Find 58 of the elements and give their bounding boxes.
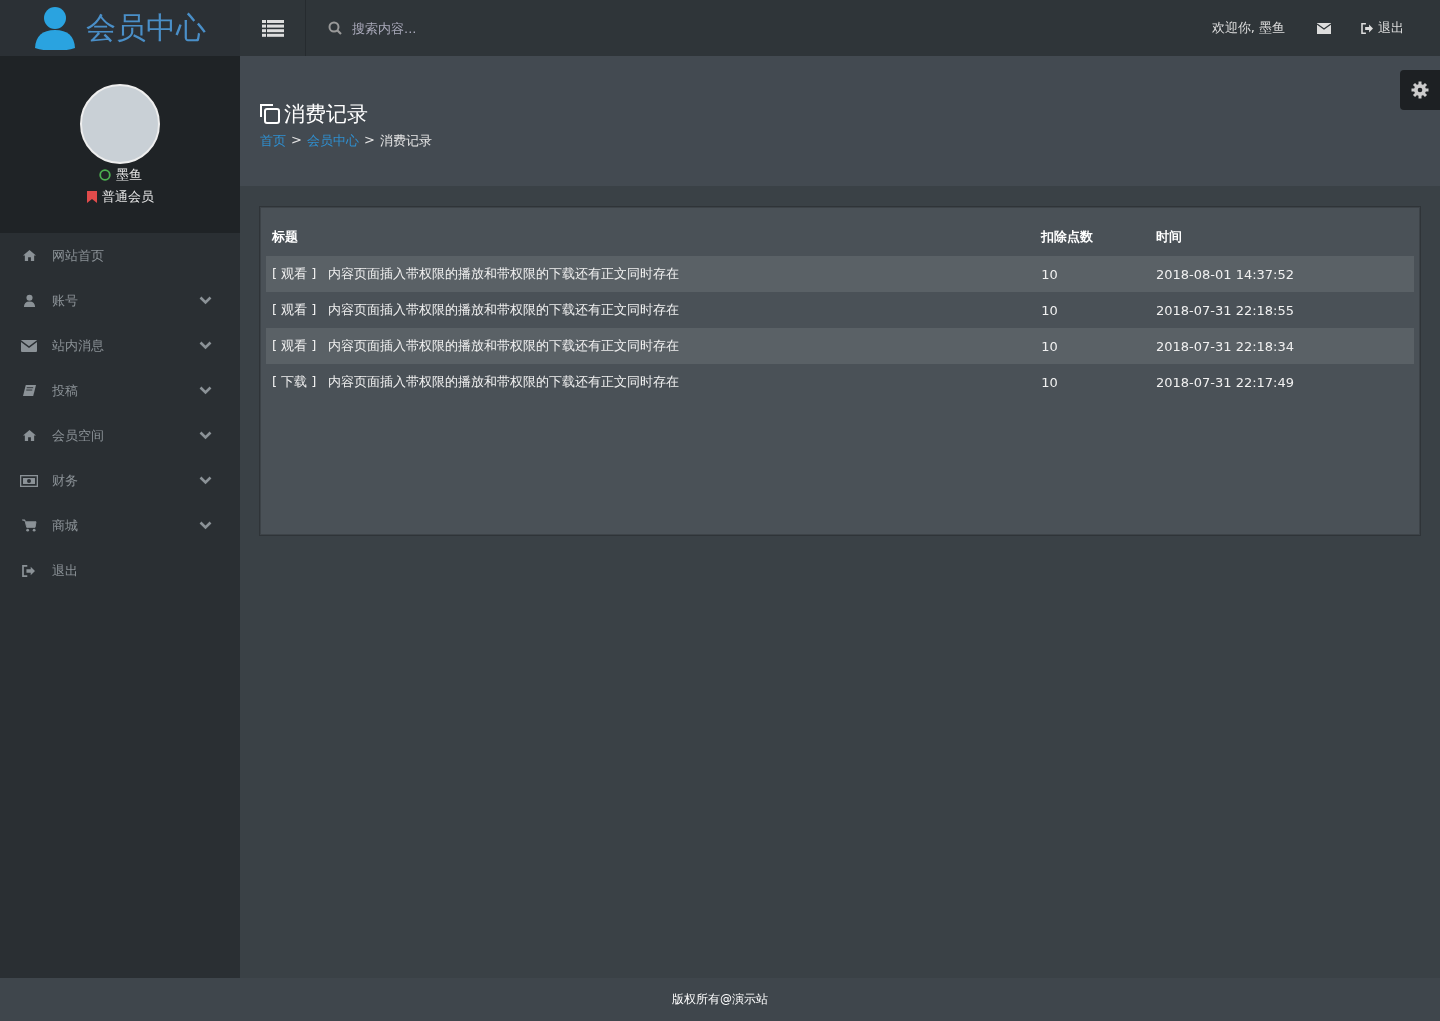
house-icon [21,249,37,262]
online-status-icon [98,169,111,181]
user-name: 墨鱼 [115,166,142,184]
record-type: [ 观看 ] [272,266,317,281]
house-icon [21,429,37,442]
breadcrumb-separator: > [363,132,375,149]
sign-out-icon [22,564,36,577]
bookmark-icon [86,191,97,203]
breadcrumb-separator: > [291,132,302,149]
record-title: 内容页面插入带权限的播放和带权限的下载还有正文同时存在 [328,266,680,281]
user-logo-icon [34,6,76,50]
points-cell: 10 [1035,256,1150,292]
column-header: 时间 [1149,218,1414,256]
points-cell: 10 [1035,364,1150,400]
sidebar-item[interactable]: 退出 [0,548,240,593]
envelope-icon [21,339,37,352]
book-icon [21,384,37,397]
sidebar-item[interactable]: 账号 [0,278,240,323]
points-cell: 10 [1035,292,1150,328]
breadcrumb-link[interactable]: 首页 [260,132,286,150]
points-cell: 10 [1035,328,1150,364]
time-cell: 2018-08-01 14:37:52 [1149,256,1414,292]
person-icon [22,294,36,307]
search-field[interactable]: 搜索内容... [350,19,554,37]
cart-icon [21,519,37,532]
record-title: 内容页面插入带权限的播放和带权限的下载还有正文同时存在 [328,374,680,389]
search-icon [328,21,342,35]
record-title: 内容页面插入带权限的播放和带权限的下载还有正文同时存在 [328,302,680,317]
page-title: 消费记录 [284,101,368,128]
sidebar-item[interactable]: 商城 [0,503,240,548]
sidebar-item[interactable]: 网站首页 [0,233,240,278]
sidebar-item[interactable]: 站内消息 [0,323,240,368]
logout-link[interactable]: 退出 [1361,19,1404,37]
banknote-icon [20,474,38,487]
record-type: [ 观看 ] [272,302,317,317]
sidebar-item[interactable]: 投稿 [0,368,240,413]
sidebar-item[interactable]: 财务 [0,458,240,503]
logo-title: 会员中心 [86,8,206,47]
envelope-icon[interactable] [1317,22,1331,34]
column-header: 扣除点数 [1035,218,1150,256]
settings-button[interactable] [1400,70,1440,110]
menu-icon [261,19,284,37]
time-cell: 2018-07-31 22:18:34 [1149,328,1414,364]
time-cell: 2018-07-31 22:18:55 [1149,292,1414,328]
time-cell: 2018-07-31 22:17:49 [1149,364,1414,400]
record-title: 内容页面插入带权限的播放和带权限的下载还有正文同时存在 [328,338,680,353]
copy-icon [260,104,280,124]
sidebar-item[interactable]: 会员空间 [0,413,240,458]
record-type: [ 观看 ] [272,338,317,353]
welcome-text: 欢迎你, 墨鱼 [1211,19,1285,37]
column-header: 标题 [266,218,1036,256]
copyright-text: 版权所有@演示站 [672,991,768,1008]
record-type: [ 下载 ] [272,374,317,389]
gear-icon [1411,81,1429,99]
breadcrumb-link[interactable]: 会员中心 [306,132,359,150]
breadcrumb-current: 消费记录 [379,132,432,150]
sign-out-icon [1361,22,1374,34]
member-level: 普通会员 [101,188,154,206]
